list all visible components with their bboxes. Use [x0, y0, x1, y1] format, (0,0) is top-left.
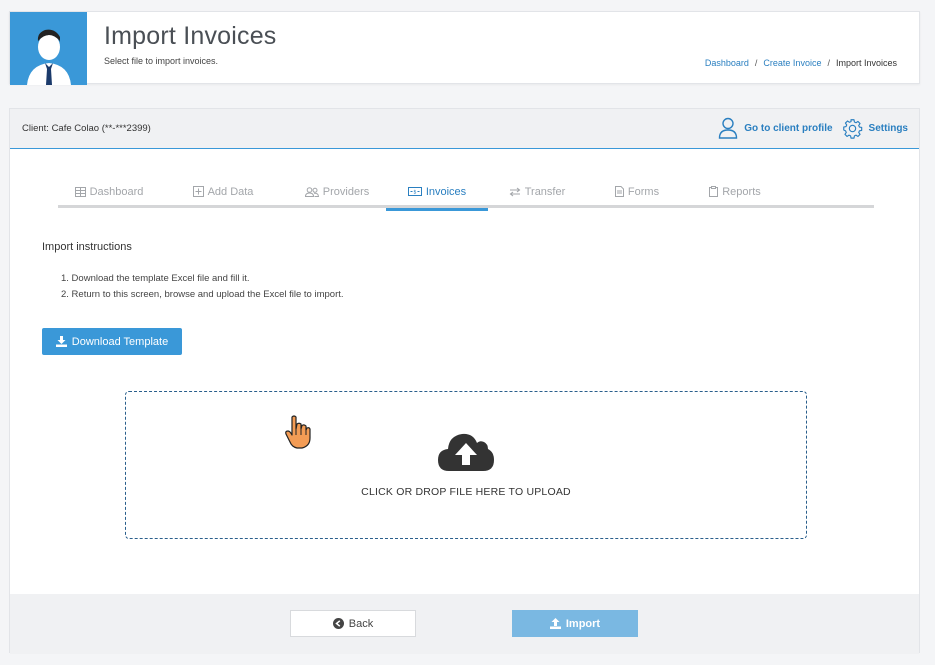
client-bar: Client: Cafe Colao (**-***2399) Go to cl…	[10, 109, 919, 149]
download-template-button[interactable]: Download Template	[42, 328, 182, 355]
tab-transfer[interactable]: Transfer	[486, 175, 588, 208]
breadcrumb-separator: /	[827, 58, 830, 68]
go-to-client-profile-label: Go to client profile	[744, 122, 833, 134]
dropzone-text: CLICK OR DROP FILE HERE TO UPLOAD	[361, 486, 571, 498]
instructions-title: Import instructions	[42, 241, 132, 253]
settings-link[interactable]: Settings	[842, 118, 908, 139]
tab-add-data[interactable]: Add Data	[172, 175, 274, 208]
invoice-icon: $	[407, 187, 422, 196]
client-label: Client: Cafe Colao (**-***2399)	[22, 123, 151, 134]
tab-forms[interactable]: Forms	[586, 175, 688, 208]
arrow-left-circle-icon	[332, 618, 344, 629]
breadcrumb-current: Import Invoices	[835, 58, 897, 68]
breadcrumb-separator: /	[754, 58, 758, 68]
download-icon	[55, 336, 67, 347]
clipboard-icon	[709, 186, 719, 197]
users-icon	[304, 186, 319, 197]
form-footer: Back Import	[10, 594, 919, 654]
hand-pointer-icon	[285, 415, 311, 449]
tab-label: Add Data	[207, 185, 254, 198]
settings-label: Settings	[868, 122, 908, 134]
page-title: Import Invoices	[104, 22, 277, 50]
breadcrumb: Dashboard / Create Invoice / Import Invo…	[705, 58, 897, 68]
back-button[interactable]: Back	[290, 610, 416, 637]
page-header: Import Invoices Select file to import in…	[9, 11, 920, 85]
tab-label: Forms	[627, 185, 660, 198]
tab-label: Dashboard	[89, 185, 144, 198]
main-panel: Client: Cafe Colao (**-***2399) Go to cl…	[9, 108, 920, 654]
plus-square-icon	[192, 186, 204, 197]
back-label: Back	[348, 617, 374, 630]
gear-icon	[842, 118, 862, 139]
tab-dashboard[interactable]: Dashboard	[58, 175, 160, 208]
tab-label: Providers	[322, 185, 370, 198]
import-label: Import	[565, 617, 601, 630]
instruction-step: 1. Download the template Excel file and …	[61, 273, 250, 284]
tab-label: Reports	[722, 185, 761, 198]
upload-icon	[549, 618, 561, 629]
cloud-upload-icon	[438, 433, 494, 471]
exchange-icon	[509, 187, 521, 196]
breadcrumb-dashboard[interactable]: Dashboard	[705, 58, 749, 68]
tab-reports[interactable]: Reports	[684, 175, 786, 208]
download-template-label: Download Template	[71, 335, 169, 348]
user-icon	[719, 117, 738, 139]
table-icon	[74, 186, 86, 197]
instructions-list: 1. Download the template Excel file and …	[61, 271, 344, 303]
client-actions: Go to client profile Settings	[718, 117, 908, 139]
tab-label: Invoices	[425, 185, 467, 198]
page-subtitle: Select file to import invoices.	[104, 56, 219, 66]
file-icon	[614, 186, 624, 197]
tab-invoices[interactable]: $ Invoices	[386, 175, 488, 211]
breadcrumb-create-invoice[interactable]: Create Invoice	[763, 58, 821, 68]
go-to-client-profile-link[interactable]: Go to client profile	[718, 117, 833, 139]
tab-providers[interactable]: Providers	[286, 175, 388, 208]
user-avatar-icon	[10, 12, 87, 85]
instruction-step: 2. Return to this screen, browse and upl…	[61, 289, 344, 300]
tab-label: Transfer	[524, 185, 566, 198]
tab-bar: Dashboard Add Data Providers $ Invoices …	[58, 175, 874, 211]
import-button[interactable]: Import	[512, 610, 638, 637]
svg-text:$: $	[413, 190, 416, 196]
file-dropzone[interactable]: CLICK OR DROP FILE HERE TO UPLOAD	[125, 391, 807, 539]
